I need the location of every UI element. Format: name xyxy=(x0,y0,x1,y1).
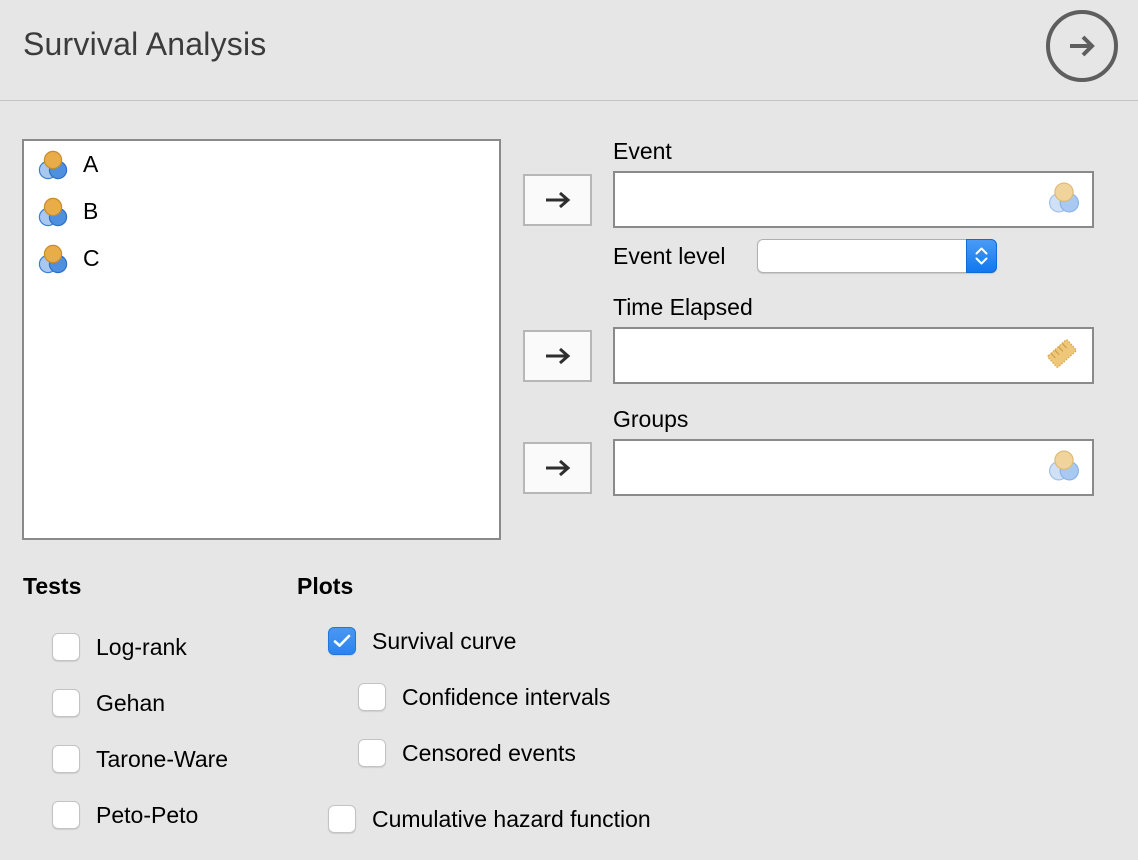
event-drop-field[interactable] xyxy=(613,171,1094,228)
arrow-right-icon xyxy=(545,191,570,209)
check-icon xyxy=(333,634,351,647)
checkbox-label: Tarone-Ware xyxy=(96,745,229,772)
list-item-label: A xyxy=(83,151,99,177)
checkbox-box[interactable] xyxy=(52,801,80,829)
checkbox-box[interactable] xyxy=(52,689,80,717)
checkbox-box[interactable] xyxy=(52,633,80,661)
checkbox-box[interactable] xyxy=(358,739,386,767)
event-level-select[interactable] xyxy=(757,239,997,273)
checkbox-label: Cumulative hazard function xyxy=(372,805,651,832)
run-analysis-button[interactable] xyxy=(1046,10,1118,82)
list-item[interactable]: A xyxy=(24,141,499,188)
arrow-right-icon xyxy=(545,459,570,477)
checkbox-box[interactable] xyxy=(328,627,356,655)
checkbox-label: Log-rank xyxy=(96,633,187,660)
checkbox-survival-curve[interactable]: Survival curve xyxy=(328,627,516,655)
window-header: Survival Analysis xyxy=(0,0,1138,101)
page-title: Survival Analysis xyxy=(23,26,267,62)
event-level-label: Event level xyxy=(613,243,726,269)
checkbox-log-rank[interactable]: Log-rank xyxy=(52,633,187,661)
checkbox-peto-peto[interactable]: Peto-Peto xyxy=(52,801,198,829)
checkbox-tarone-ware[interactable]: Tarone-Ware xyxy=(52,745,228,773)
list-item[interactable]: B xyxy=(24,188,499,235)
arrow-right-circle-icon xyxy=(1070,35,1095,57)
chevron-up-down-icon[interactable] xyxy=(966,239,997,273)
nominal-variable-icon xyxy=(1046,447,1082,488)
plots-section-title: Plots xyxy=(297,573,354,599)
list-item[interactable]: C xyxy=(24,235,499,282)
list-item-label: B xyxy=(83,198,99,224)
nominal-variable-icon xyxy=(38,150,68,179)
list-item-label: C xyxy=(83,245,100,271)
groups-drop-field[interactable] xyxy=(613,439,1094,496)
checkbox-confidence-intervals[interactable]: Confidence intervals xyxy=(358,683,610,711)
checkbox-label: Gehan xyxy=(96,689,166,716)
arrow-right-icon xyxy=(545,347,570,365)
event-transfer-button[interactable] xyxy=(523,174,592,226)
checkbox-censored-events[interactable]: Censored events xyxy=(358,739,576,767)
tests-section-title: Tests xyxy=(23,573,82,599)
ruler-icon xyxy=(1042,333,1082,378)
nominal-variable-icon xyxy=(1046,179,1082,220)
checkbox-label: Censored events xyxy=(402,739,576,766)
nominal-variable-icon xyxy=(38,197,68,226)
nominal-variable-icon xyxy=(38,244,68,273)
checkbox-gehan[interactable]: Gehan xyxy=(52,689,165,717)
time-elapsed-drop-field[interactable] xyxy=(613,327,1094,384)
groups-label: Groups xyxy=(613,406,689,432)
checkbox-label: Peto-Peto xyxy=(96,801,199,828)
checkbox-label: Confidence intervals xyxy=(402,683,611,710)
checkbox-box[interactable] xyxy=(358,683,386,711)
checkbox-cumulative-hazard-function[interactable]: Cumulative hazard function xyxy=(328,805,651,833)
groups-transfer-button[interactable] xyxy=(523,442,592,494)
checkbox-box[interactable] xyxy=(328,805,356,833)
time-elapsed-transfer-button[interactable] xyxy=(523,330,592,382)
event-label: Event xyxy=(613,138,672,164)
variable-list[interactable]: A B C xyxy=(22,139,501,540)
time-elapsed-label: Time Elapsed xyxy=(613,294,753,320)
checkbox-label: Survival curve xyxy=(372,627,517,654)
checkbox-box[interactable] xyxy=(52,745,80,773)
